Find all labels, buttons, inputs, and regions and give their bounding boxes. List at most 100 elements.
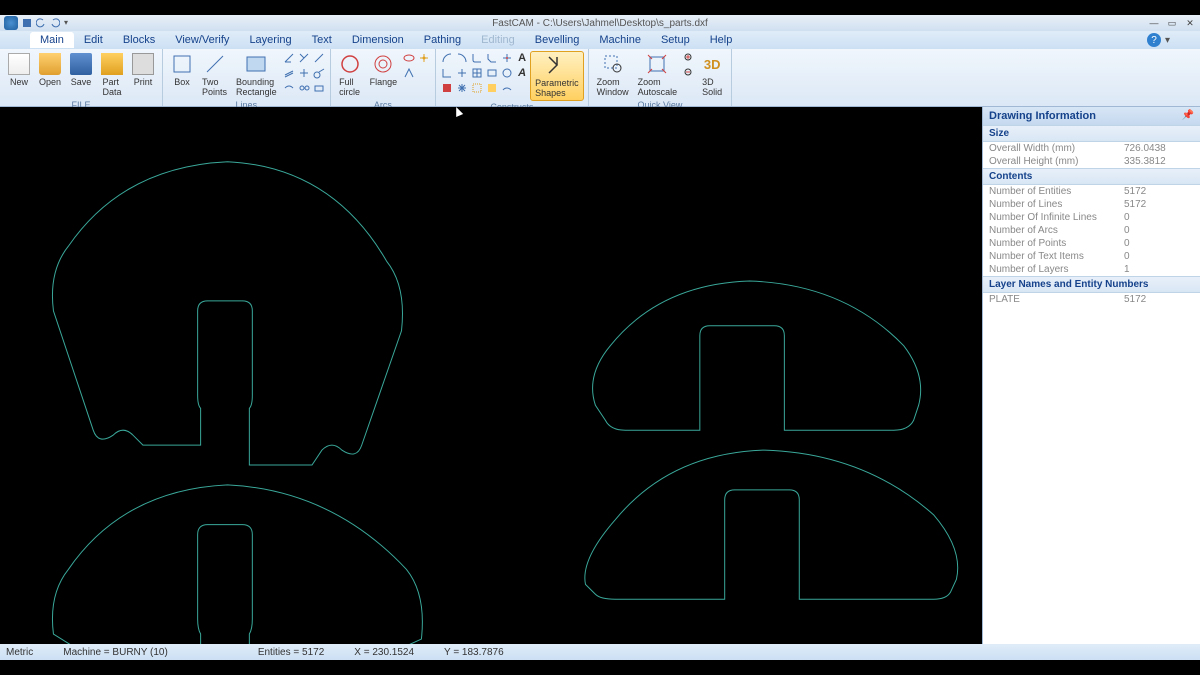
menu-layering[interactable]: Layering	[239, 32, 301, 48]
menu-main[interactable]: Main	[30, 32, 74, 48]
fillet-icon[interactable]	[470, 51, 484, 65]
arc-se-icon[interactable]	[440, 51, 454, 65]
row-entities-label: Number of Entities	[989, 186, 1124, 197]
line-tool8-icon[interactable]	[297, 81, 311, 95]
fullcircle-button[interactable]: Full circle	[335, 51, 365, 99]
line-angle-icon[interactable]	[282, 51, 296, 65]
row-inflines: Number Of Infinite Lines0	[983, 211, 1200, 224]
line-perp-icon[interactable]	[297, 51, 311, 65]
line-tangent-icon[interactable]	[312, 51, 326, 65]
section-layers-header: Layer Names and Entity Numbers	[983, 276, 1200, 293]
row-arcs-label: Number of Arcs	[989, 225, 1124, 236]
arc-small-icon[interactable]	[500, 81, 514, 95]
drawing-canvas[interactable]	[0, 107, 982, 644]
help-icon[interactable]: ?	[1147, 33, 1161, 47]
box-button[interactable]: Box	[167, 51, 197, 89]
status-units: Metric	[6, 647, 33, 658]
chamfer-icon[interactable]	[485, 51, 499, 65]
status-entities: Entities = 5172	[258, 647, 324, 658]
minimize-button[interactable]: —	[1146, 17, 1162, 29]
arc-ne-icon[interactable]	[455, 51, 469, 65]
3d-solid-button[interactable]: 3D3D Solid	[697, 51, 727, 99]
text-a2-icon[interactable]: A	[515, 66, 529, 80]
circle-small-icon[interactable]	[500, 66, 514, 80]
flange-button[interactable]: Flange	[366, 51, 402, 89]
arc-tool1-icon[interactable]	[402, 51, 416, 65]
section-contents-header: Contents	[983, 168, 1200, 185]
twopoints-button[interactable]: Two Points	[198, 51, 231, 99]
menu-pathing[interactable]: Pathing	[414, 32, 471, 48]
menu-text[interactable]: Text	[302, 32, 342, 48]
row-inflines-value: 0	[1124, 212, 1194, 223]
row-arcs-value: 0	[1124, 225, 1194, 236]
qat-undo-icon[interactable]	[36, 18, 46, 28]
rect-icon[interactable]	[485, 66, 499, 80]
qat-save-icon[interactable]	[22, 18, 32, 28]
menu-dimension[interactable]: Dimension	[342, 32, 414, 48]
ribbon-minimize-icon[interactable]: ▾	[1165, 35, 1170, 46]
menu-machine[interactable]: Machine	[589, 32, 651, 48]
ribbon-group-constructs: A A Parametric Shapes Constructs	[436, 49, 589, 106]
pin-icon[interactable]: 📌	[1182, 110, 1194, 121]
close-button[interactable]: ✕	[1182, 17, 1198, 29]
row-layers-value: 1	[1124, 264, 1194, 275]
3d-solid-label: 3D Solid	[702, 77, 722, 97]
twopoints-label: Two Points	[202, 77, 227, 97]
line-tool9-icon[interactable]	[312, 81, 326, 95]
grid-icon[interactable]	[470, 66, 484, 80]
save-button[interactable]: Save	[66, 51, 96, 89]
zoom-autoscale-button[interactable]: Zoom Autoscale	[634, 51, 682, 99]
status-x: X = 230.1524	[354, 647, 414, 658]
menu-edit[interactable]: Edit	[74, 32, 113, 48]
partdata-button[interactable]: Part Data	[97, 51, 127, 99]
intersect-icon[interactable]	[500, 51, 514, 65]
qat-dropdown-icon[interactable]: ▾	[64, 18, 74, 28]
zoom-out-icon[interactable]	[682, 66, 696, 80]
save-label: Save	[71, 77, 92, 87]
burst-icon[interactable]	[455, 81, 469, 95]
corner-icon[interactable]	[440, 66, 454, 80]
row-plate-label: PLATE	[989, 294, 1124, 305]
select-rect-icon[interactable]	[470, 81, 484, 95]
line-tool7-icon[interactable]	[282, 81, 296, 95]
zoom-autoscale-label: Zoom Autoscale	[638, 77, 678, 97]
arc-tool2-icon[interactable]	[402, 66, 416, 80]
stop-icon[interactable]	[440, 81, 454, 95]
image-icon[interactable]	[485, 81, 499, 95]
open-button[interactable]: Open	[35, 51, 65, 89]
line-tan2-icon[interactable]	[312, 66, 326, 80]
print-button[interactable]: Print	[128, 51, 158, 89]
menu-viewverify[interactable]: View/Verify	[165, 32, 239, 48]
row-text: Number of Text Items0	[983, 250, 1200, 263]
boundingrect-button[interactable]: Bounding Rectangle	[232, 51, 281, 99]
menu-help[interactable]: Help	[700, 32, 743, 48]
zoom-in-icon[interactable]	[682, 51, 696, 65]
flange-label: Flange	[370, 77, 398, 87]
box-label: Box	[174, 77, 190, 87]
section-size-header: Size	[983, 125, 1200, 142]
menu-bevelling[interactable]: Bevelling	[525, 32, 590, 48]
cross-icon[interactable]	[455, 66, 469, 80]
lines-small-tools	[282, 51, 326, 95]
new-button[interactable]: New	[4, 51, 34, 89]
zoom-window-button[interactable]: Zoom Window	[593, 51, 633, 99]
menu-blocks[interactable]: Blocks	[113, 32, 165, 48]
ribbon-group-arcs: Full circle Flange Arcs	[331, 49, 437, 106]
menu-setup[interactable]: Setup	[651, 32, 700, 48]
new-label: New	[10, 77, 28, 87]
row-height: Overall Height (mm)335.3812	[983, 155, 1200, 168]
parametric-shapes-button[interactable]: Parametric Shapes	[530, 51, 584, 101]
line-parallel-icon[interactable]	[282, 66, 296, 80]
qat-redo-icon[interactable]	[50, 18, 60, 28]
panel-title-text: Drawing Information	[989, 110, 1096, 122]
row-plate: PLATE5172	[983, 293, 1200, 306]
text-a-icon[interactable]: A	[515, 51, 529, 65]
ribbon: New Open Save Part Data Print FILE Box T…	[0, 49, 1200, 107]
arc-point-icon[interactable]	[417, 51, 431, 65]
row-arcs: Number of Arcs0	[983, 224, 1200, 237]
titlebar: ▾ FastCAM - C:\Users\Jahmel\Desktop\s_pa…	[0, 15, 1200, 31]
row-plate-value: 5172	[1124, 294, 1194, 305]
app-icon[interactable]	[4, 16, 18, 30]
maximize-button[interactable]: ▭	[1164, 17, 1180, 29]
line-bisect-icon[interactable]	[297, 66, 311, 80]
